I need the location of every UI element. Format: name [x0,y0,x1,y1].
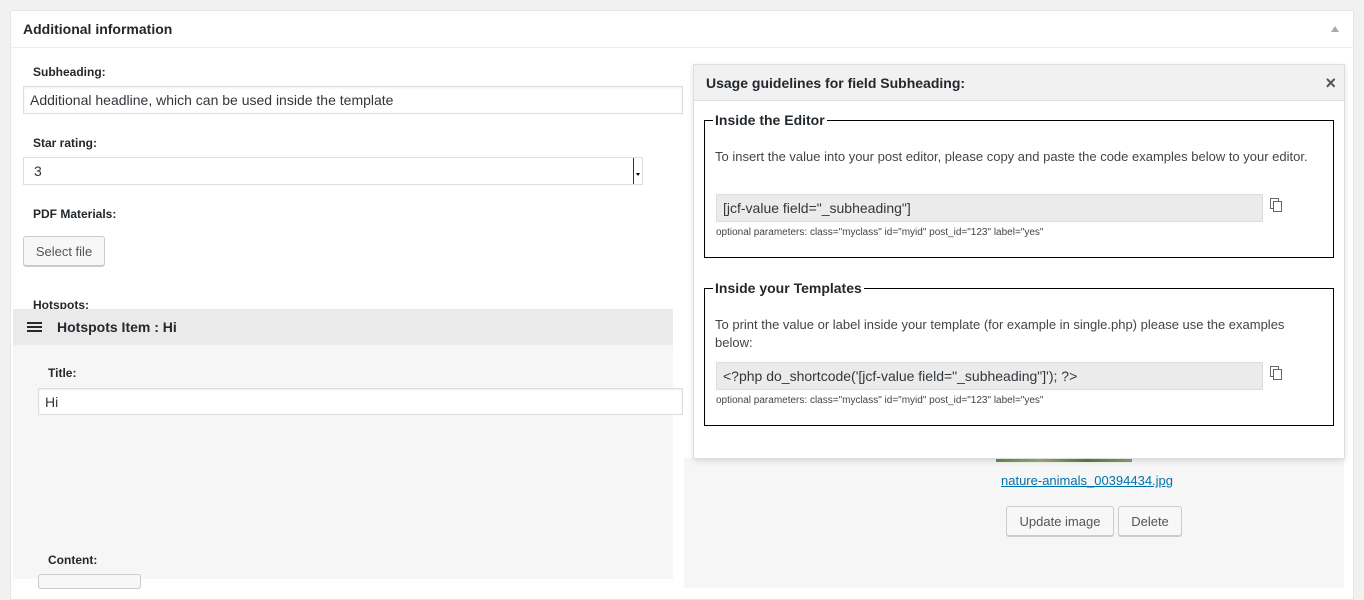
select-file-button[interactable]: Select file [23,236,105,266]
update-image-button[interactable]: Update image [1006,506,1114,536]
hotspots-repeater [13,309,673,579]
inside-editor-fieldset: Inside the Editor To insert the value in… [704,112,1334,258]
star-rating-value: 3 [34,163,42,179]
postbox-header[interactable]: Additional information [11,11,1353,48]
copy-icon[interactable] [1270,198,1283,214]
inside-editor-description: To insert the value into your post edito… [715,149,1308,164]
templates-code-box[interactable]: <?php do_shortcode('[jcf-value field="_s… [716,362,1263,390]
close-icon[interactable]: × [1325,74,1336,92]
editor-optional-params: optional parameters: class="myclass" id=… [716,227,1044,238]
chevron-down-icon[interactable] [633,158,642,184]
star-rating-label: Star rating: [33,136,98,150]
content-label: Content: [48,553,98,567]
inside-templates-fieldset: Inside your Templates To print the value… [704,280,1334,426]
star-rating-select[interactable]: 3 [23,157,643,185]
subheading-label: Subheading: [33,65,106,79]
add-media-button[interactable] [38,574,141,588]
inside-templates-description: To print the value or label inside your … [715,317,1285,350]
delete-image-button[interactable]: Delete [1118,506,1182,536]
hotspots-item-title: Hotspots Item : Hi [57,319,177,335]
hamburger-icon[interactable] [27,322,42,332]
pdf-materials-label: PDF Materials: [33,207,117,221]
inside-templates-legend: Inside your Templates [715,280,862,296]
templates-optional-params: optional parameters: class="myclass" id=… [716,395,1044,406]
usage-guidelines-modal: Usage guidelines for field Subheading: ×… [693,64,1345,459]
modal-header: Usage guidelines for field Subheading: × [694,65,1344,101]
modal-title: Usage guidelines for field Subheading: [706,74,966,91]
postbox-title: Additional information [23,21,173,37]
title-label: Title: [48,366,77,380]
toggle-arrow-icon[interactable] [1331,26,1339,32]
title-input[interactable]: Hi [38,388,683,415]
editor-code-box[interactable]: [jcf-value field="_subheading"] [716,194,1263,222]
hotspots-item-header[interactable]: Hotspots Item : Hi [13,309,673,345]
inside-editor-legend: Inside the Editor [715,112,825,128]
copy-icon[interactable] [1270,366,1283,382]
subheading-input[interactable]: Additional headline, which can be used i… [23,86,683,114]
image-file-link[interactable]: nature-animals_00394434.jpg [1001,473,1173,488]
